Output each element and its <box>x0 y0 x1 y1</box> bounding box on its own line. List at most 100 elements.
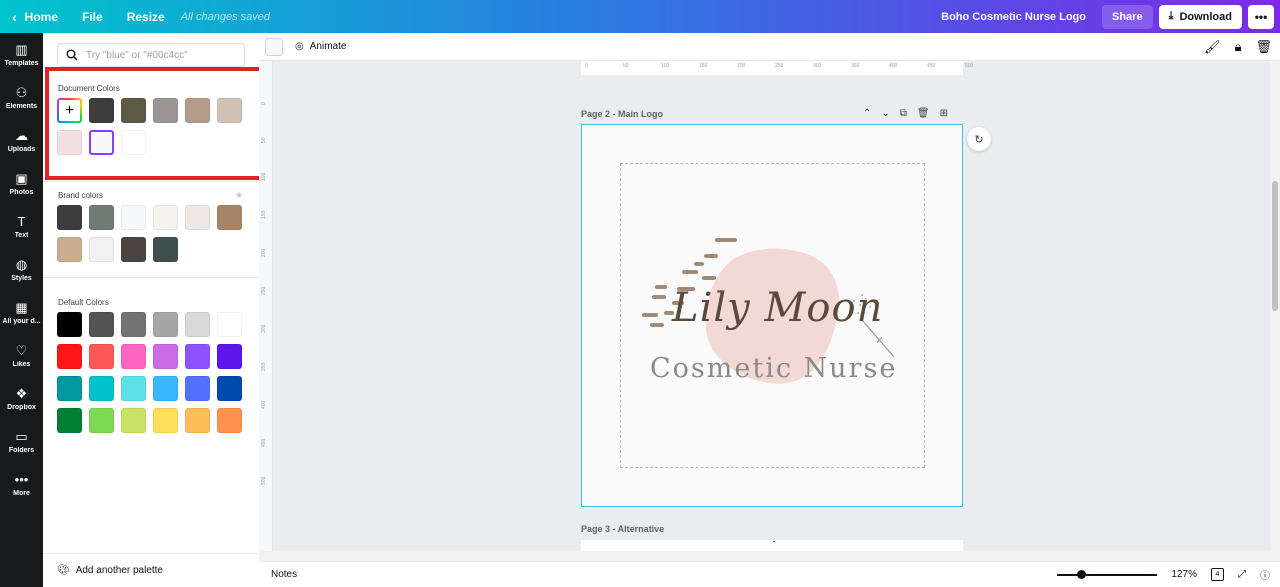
ruler-tick-label: 200 <box>737 63 746 69</box>
home-label: Home <box>24 9 59 24</box>
file-menu[interactable]: File <box>70 0 115 33</box>
ruler-tick-label: 350 <box>851 63 860 69</box>
help-icon[interactable]: ⓘ <box>1260 567 1270 582</box>
color-swatch[interactable] <box>57 344 82 369</box>
page-count-icon[interactable]: 4 <box>1211 568 1224 581</box>
color-swatch[interactable] <box>57 237 82 262</box>
chevron-up-icon[interactable]: ⌃ <box>759 540 789 551</box>
rail-icon: ▦ <box>15 299 28 315</box>
horizontal-scrollbar[interactable] <box>259 551 1280 561</box>
zoom-level[interactable]: 127% <box>1171 569 1197 580</box>
refresh-icon[interactable]: ↻ <box>967 127 991 151</box>
default-colors-title: Default Colors <box>58 298 109 307</box>
rail-item-styles[interactable]: ◍ Styles <box>0 248 43 291</box>
design-canvas[interactable]: 0 50 100 150 200 250 300 350 400 450 500 Page 2 - … <box>273 61 1270 551</box>
zoom-slider-knob[interactable] <box>1077 569 1087 579</box>
animate-button[interactable]: ◎ Animate <box>295 41 346 52</box>
color-swatch[interactable] <box>153 376 178 401</box>
color-swatch[interactable] <box>153 205 178 230</box>
color-swatch[interactable] <box>121 376 146 401</box>
notes-button[interactable]: Notes <box>271 569 297 580</box>
rail-item-photos[interactable]: ▣ Photos <box>0 162 43 205</box>
background-color-chip[interactable] <box>265 37 283 56</box>
color-swatch[interactable] <box>121 344 146 369</box>
rail-icon: ⚇ <box>15 84 28 100</box>
color-swatch[interactable] <box>217 408 242 433</box>
lock-icon[interactable]: 🔒︎ <box>1235 39 1242 55</box>
ruler-tick-label: 50 <box>261 137 267 143</box>
rail-icon: ♡ <box>15 342 28 358</box>
color-swatch[interactable] <box>121 408 146 433</box>
rail-label: Uploads <box>7 145 36 153</box>
download-button[interactable]: ⤓ Download <box>1158 4 1242 29</box>
color-swatch[interactable] <box>185 408 210 433</box>
rail-item-templates[interactable]: ▥ Templates <box>0 33 43 76</box>
duplicate-page-icon[interactable]: ⧉ <box>900 108 907 119</box>
add-palette-button[interactable]: 🎨︎ Add another palette <box>43 553 259 587</box>
color-swatch[interactable] <box>89 312 114 337</box>
color-swatch[interactable] <box>89 205 114 230</box>
color-swatch[interactable] <box>153 237 178 262</box>
color-swatch[interactable] <box>89 408 114 433</box>
rail-item-folders[interactable]: ▭ Folders <box>0 420 43 463</box>
page-2-main-logo[interactable]: Lily Moon Cosmetic Nurse <box>581 124 963 507</box>
add-palette-label: Add another palette <box>75 565 163 576</box>
vertical-scrollbar[interactable] <box>1270 61 1280 551</box>
color-swatch[interactable] <box>121 237 146 262</box>
color-swatch[interactable] <box>57 376 82 401</box>
side-rail: ▥ Templates ⚇ Elements ☁ Uploads ▣ Photos T Text ◍… <box>0 33 43 587</box>
rail-item-elements[interactable]: ⚇ Elements <box>0 76 43 119</box>
chevron-up-icon[interactable]: ⌃ <box>863 108 871 119</box>
rail-item-more[interactable]: ••• More <box>0 463 43 506</box>
color-swatch[interactable] <box>89 237 114 262</box>
color-swatch[interactable] <box>185 344 210 369</box>
paint-roller-icon[interactable]: 🖌︎ <box>1204 39 1221 55</box>
document-title[interactable]: Boho Cosmetic Nurse Logo <box>941 11 1086 23</box>
color-swatch[interactable] <box>89 376 114 401</box>
color-swatch[interactable] <box>57 205 82 230</box>
color-swatch[interactable] <box>185 205 210 230</box>
color-swatch[interactable] <box>153 408 178 433</box>
color-swatch[interactable] <box>121 312 146 337</box>
rail-item-likes[interactable]: ♡ Likes <box>0 334 43 377</box>
zoom-slider[interactable] <box>1057 569 1158 579</box>
more-options-button[interactable]: ••• <box>1248 4 1274 29</box>
ellipsis-icon: ••• <box>1254 9 1268 24</box>
chevron-down-icon[interactable]: ⌄ <box>881 108 889 119</box>
rail-item-all-your-d[interactable]: ▦ All your d... <box>0 291 43 334</box>
rail-item-dropbox[interactable]: ❖ Dropbox <box>0 377 43 420</box>
share-button[interactable]: Share <box>1101 4 1153 29</box>
color-swatch[interactable] <box>89 344 114 369</box>
resize-button[interactable]: Resize <box>115 0 177 33</box>
scroll-thumb[interactable] <box>1272 181 1278 311</box>
rail-label: Likes <box>12 360 31 368</box>
color-swatch[interactable] <box>153 344 178 369</box>
rail-icon: ◍ <box>15 256 28 272</box>
color-search[interactable] <box>57 43 245 67</box>
fullscreen-icon[interactable]: ⤢ <box>1238 569 1246 580</box>
page-tools: ⌃ ⌄ ⧉ 🗑︎ ⊞ <box>863 108 948 119</box>
trash-icon[interactable]: 🗑︎ <box>1255 39 1272 55</box>
color-swatch[interactable] <box>217 205 242 230</box>
color-search-input[interactable] <box>86 49 236 61</box>
color-swatch[interactable] <box>153 312 178 337</box>
rail-icon: ❖ <box>15 385 28 401</box>
delete-page-icon[interactable]: 🗑︎ <box>917 108 930 119</box>
rail-item-uploads[interactable]: ☁ Uploads <box>0 119 43 162</box>
ruler-tick-label: 200 <box>261 248 267 257</box>
ruler-tick-label: 250 <box>775 63 784 69</box>
color-swatch[interactable] <box>217 312 242 337</box>
color-swatch[interactable] <box>121 205 146 230</box>
color-swatch[interactable] <box>57 408 82 433</box>
color-swatch[interactable] <box>217 376 242 401</box>
add-page-icon[interactable]: ⊞ <box>940 108 948 119</box>
ruler-tick-label: 50 <box>623 63 629 69</box>
color-swatch[interactable] <box>185 312 210 337</box>
vertical-ruler: 0 50 100 150 200 250 300 350 400 450 500 <box>259 61 273 551</box>
color-swatch[interactable] <box>185 376 210 401</box>
color-swatch[interactable] <box>57 312 82 337</box>
home-button[interactable]: ‹ Home <box>0 0 70 33</box>
color-swatch[interactable] <box>217 344 242 369</box>
ruler-tick-label: 300 <box>261 324 267 333</box>
rail-item-text[interactable]: T Text <box>0 205 43 248</box>
